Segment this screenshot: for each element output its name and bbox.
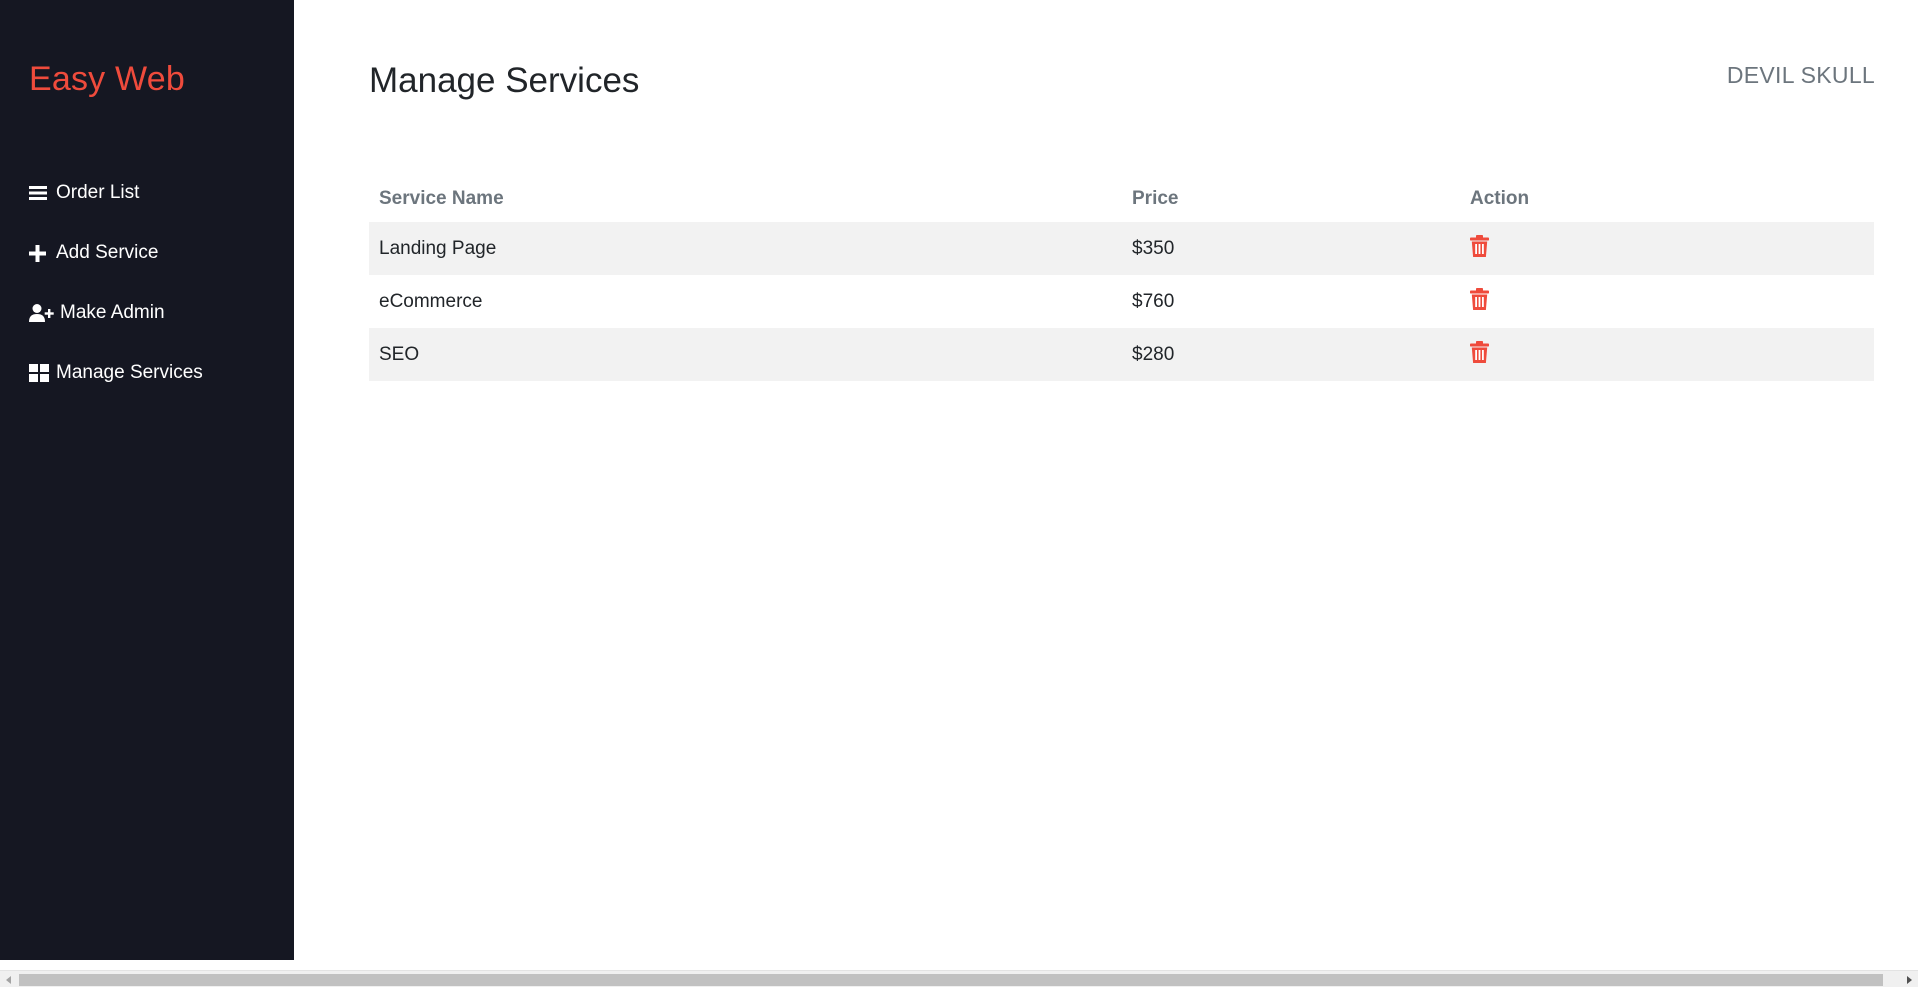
scroll-right-arrow-icon[interactable] — [1907, 976, 1912, 984]
main-content: Manage Services DEVIL SKULL Service Name… — [294, 0, 1918, 960]
list-icon — [29, 183, 51, 203]
sidebar: Easy Web Order List Add Service Make Adm… — [0, 0, 294, 960]
sidebar-item-add-service[interactable]: Add Service — [29, 223, 203, 283]
table-row: SEO $280 — [369, 328, 1874, 381]
action-cell — [1460, 222, 1874, 275]
column-header-price: Price — [1132, 188, 1179, 209]
action-cell — [1460, 328, 1874, 381]
trash-icon[interactable] — [1470, 340, 1489, 363]
price-cell: $280 — [1122, 328, 1460, 381]
scrollbar-thumb[interactable] — [19, 974, 1883, 986]
table-row: Landing Page $350 — [369, 222, 1874, 275]
sidebar-item-label: Make Admin — [60, 302, 165, 323]
plus-icon — [29, 243, 51, 263]
user-plus-icon — [29, 303, 55, 323]
sidebar-nav: Order List Add Service Make Admin Manage… — [29, 163, 203, 403]
service-name-cell: SEO — [369, 328, 1122, 381]
table-row: eCommerce $760 — [369, 275, 1874, 328]
scroll-left-arrow-icon[interactable] — [6, 976, 11, 984]
trash-icon[interactable] — [1470, 234, 1489, 257]
price-cell: $350 — [1122, 222, 1460, 275]
price-cell: $760 — [1132, 290, 1175, 312]
horizontal-scrollbar[interactable] — [0, 970, 1918, 987]
action-cell — [1460, 275, 1874, 328]
grid-icon — [29, 363, 51, 383]
brand-logo[interactable]: Easy Web — [29, 60, 185, 99]
column-header-service-name: Service Name — [379, 188, 504, 209]
services-table: Service Name Price Action Landing Page $… — [369, 176, 1874, 381]
sidebar-item-label: Add Service — [56, 242, 159, 263]
service-name-cell: eCommerce — [379, 290, 483, 312]
sidebar-item-label: Order List — [56, 182, 140, 203]
sidebar-item-label: Manage Services — [56, 362, 203, 383]
sidebar-item-order-list[interactable]: Order List — [29, 163, 203, 223]
sidebar-item-manage-services[interactable]: Manage Services — [29, 343, 203, 403]
service-name-cell: Landing Page — [369, 222, 1122, 275]
trash-icon[interactable] — [1470, 287, 1489, 310]
column-header-action: Action — [1470, 188, 1530, 209]
user-name[interactable]: DEVIL SKULL — [1727, 62, 1875, 89]
page-title: Manage Services — [369, 61, 640, 100]
sidebar-item-make-admin[interactable]: Make Admin — [29, 283, 203, 343]
table-header-row: Service Name Price Action — [369, 176, 1874, 222]
